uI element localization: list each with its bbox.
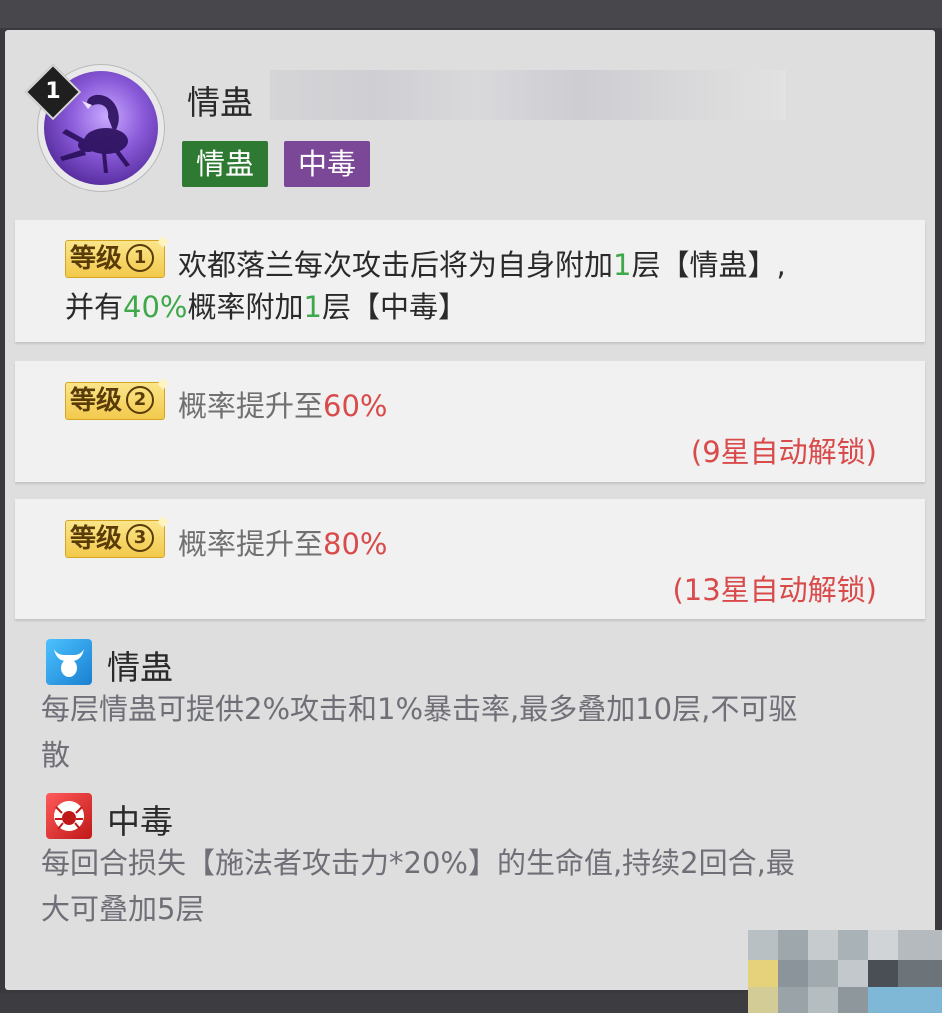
level-badge-number: 1	[126, 243, 155, 272]
level-3-unlock: (13星自动解锁)	[672, 573, 877, 607]
level-badge-3: 等级 3	[65, 516, 169, 558]
buff-poison-desc-line2: 大可叠加5层	[41, 892, 205, 926]
pixelated-corner	[748, 930, 942, 1013]
blurred-banner	[270, 70, 786, 120]
spider-icon	[46, 793, 92, 839]
tag-qinggu: 情蛊	[182, 141, 269, 187]
bull-icon	[46, 639, 92, 685]
level-1-desc-line2: 并有40%概率附加1层【中毒】	[65, 290, 467, 324]
level-1-desc-line1: 欢都落兰每次攻击后将为自身附加1层【情蛊】,	[178, 248, 786, 282]
level-badge-1: 等级 1	[65, 236, 169, 278]
level-card-2: 等级 2 概率提升至60% (9星自动解锁)	[15, 361, 925, 482]
level-badge-number: 2	[126, 385, 155, 414]
level-card-3: 等级 3 概率提升至80% (13星自动解锁)	[15, 499, 925, 619]
buff-qinggu-desc-line2: 散	[41, 738, 71, 772]
level-card-1: 等级 1 欢都落兰每次攻击后将为自身附加1层【情蛊】, 并有40%概率附加1层【中…	[15, 220, 925, 342]
tag-poison: 中毒	[284, 141, 371, 187]
skill-level-number: 1	[45, 79, 61, 104]
level-2-desc: 概率提升至60%	[178, 389, 388, 423]
skill-detail-panel: 1 情蛊 情蛊 中毒 等级 1 欢都落兰每次攻击后将为自身附加1层【情蛊】, 并有…	[5, 30, 935, 990]
level-badge-label: 等级	[70, 386, 123, 416]
skill-header: 1 情蛊 情蛊 中毒	[5, 30, 935, 220]
level-2-unlock: (9星自动解锁)	[690, 435, 877, 469]
buff-qinggu-title: 情蛊	[107, 648, 173, 687]
buff-qinggu-desc-line1: 每层情蛊可提供2%攻击和1%暴击率,最多叠加10层,不可驱	[41, 692, 798, 726]
buff-poison-title: 中毒	[107, 802, 173, 841]
level-badge-2: 等级 2	[65, 378, 169, 420]
level-3-desc: 概率提升至80%	[178, 527, 388, 561]
level-badge-label: 等级	[70, 244, 123, 274]
top-bar	[0, 0, 942, 28]
buff-poison-desc-line1: 每回合损失【施法者攻击力*20%】的生命值,持续2回合,最	[41, 846, 795, 880]
skill-name: 情蛊	[187, 83, 253, 122]
level-badge-label: 等级	[70, 524, 123, 554]
level-badge-number: 3	[126, 523, 155, 552]
